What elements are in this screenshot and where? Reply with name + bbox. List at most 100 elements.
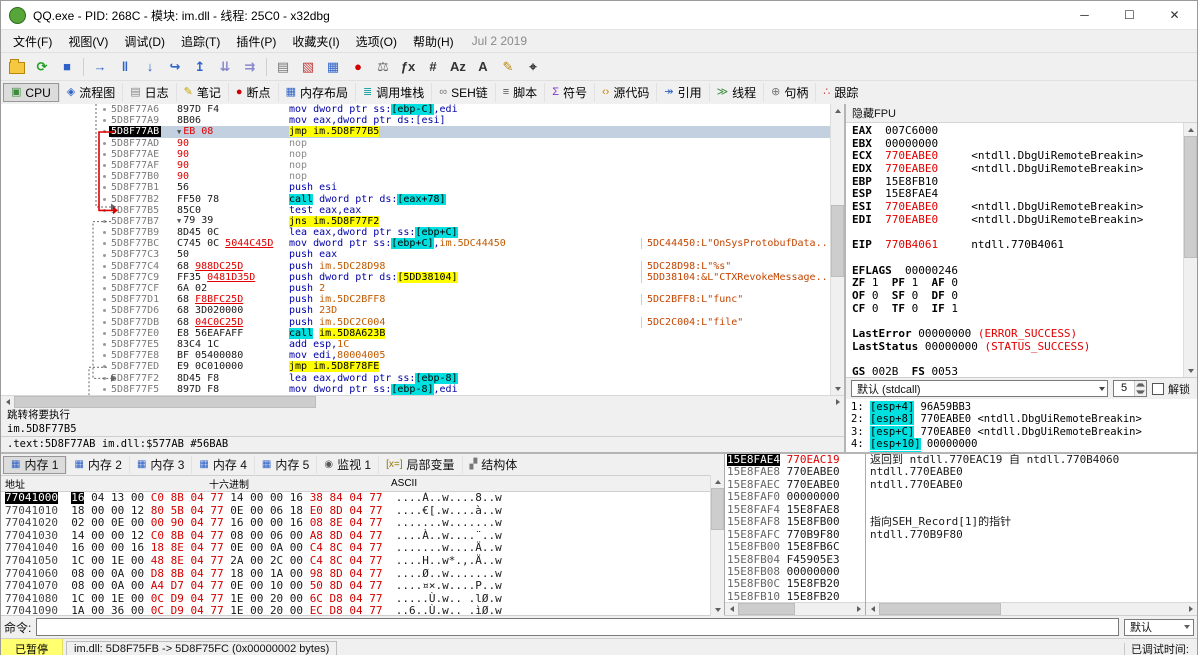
- scales-button[interactable]: ⚖: [371, 56, 395, 78]
- disasm-row[interactable]: 5D8F77E5 83C4 1C add esp,1C: [1, 339, 844, 350]
- disasm-bytes-cell[interactable]: ▼ EB 08: [177, 126, 289, 138]
- register-line[interactable]: CF 0 TF 0 IF 1: [852, 302, 1183, 316]
- string-search-button[interactable]: Az: [446, 56, 470, 78]
- disasm-instruction-cell[interactable]: mov edi,80004005: [289, 350, 641, 361]
- close-button[interactable]: ✕: [1152, 1, 1197, 29]
- disasm-horizontal-scrollbar[interactable]: [1, 395, 844, 408]
- memory-map-button[interactable]: ▦: [321, 56, 345, 78]
- minimize-button[interactable]: ─: [1062, 1, 1107, 29]
- stack-comment[interactable]: [870, 554, 1197, 566]
- disasm-row[interactable]: 5D8F77E0 E8 56EAFAFF call im.5D8A623B: [1, 327, 844, 339]
- disasm-address-cell[interactable]: 5D8F77B1: [111, 182, 177, 193]
- disasm-instruction-cell[interactable]: jns im.5D8F77F2: [289, 215, 641, 227]
- disasm-address-cell[interactable]: 5D8F77AB: [109, 126, 177, 138]
- disasm-instruction-cell[interactable]: mov dword ptr ss:[ebp-C],edi: [289, 104, 641, 115]
- scroll-thumb[interactable]: [14, 396, 316, 408]
- scroll-right-icon[interactable]: [1184, 603, 1197, 616]
- disasm-bytes-cell[interactable]: 897D F4: [177, 104, 289, 115]
- disasm-row[interactable]: 5D8F77AF 90 nop: [1, 160, 844, 171]
- scroll-thumb[interactable]: [738, 603, 795, 615]
- tab-结构体[interactable]: ▞ 结构体: [461, 455, 525, 474]
- disasm-instruction-cell[interactable]: mov dword ptr ss:[ebp+C],im.5DC44450: [289, 238, 641, 250]
- tab-源代码[interactable]: ‹› 源代码: [594, 83, 656, 102]
- disasm-address-cell[interactable]: 5D8F77C9: [111, 272, 177, 283]
- disasm-bytes-cell[interactable]: 6A 02: [177, 283, 289, 294]
- disasm-bytes-cell[interactable]: 8D45 F8: [177, 373, 289, 384]
- disasm-row[interactable]: 5D8F77B7 ▼ 79 39 jns im.5D8F77F2: [1, 215, 844, 227]
- disasm-address-cell[interactable]: 5D8F77AF: [111, 160, 177, 171]
- disasm-row[interactable]: 5D8F77CF 6A 02 push 2: [1, 283, 844, 294]
- arg-depth-stepper[interactable]: 5: [1113, 380, 1147, 397]
- disasm-bytes-cell[interactable]: 8D45 0C: [177, 227, 289, 238]
- stop-button[interactable]: ■: [55, 56, 79, 78]
- trace-into-button[interactable]: ⇊: [213, 56, 237, 78]
- disasm-address-cell[interactable]: 5D8F77E0: [111, 328, 177, 339]
- disasm-address-cell[interactable]: 5D8F77E5: [111, 339, 177, 350]
- tab-内存 2[interactable]: ▦ 内存 2: [66, 455, 128, 474]
- argument-line[interactable]: 4: [esp+10] 00000000: [851, 438, 1197, 451]
- tab-断点[interactable]: ● 断点: [227, 83, 278, 102]
- tab-SEH链[interactable]: ∞ SEH链: [431, 83, 495, 102]
- stack-comment[interactable]: [870, 591, 1197, 602]
- stack-comment[interactable]: 返回到 ntdll.770EAC19 自 ntdll.770B4060: [870, 454, 1197, 466]
- disasm-row[interactable]: 5D8F77B5 85C0 test eax,eax: [1, 205, 844, 216]
- disassembly-view[interactable]: 5D8F77A6 897D F4 mov dword ptr ss:[ebp-C],…: [1, 104, 844, 395]
- disasm-address-cell[interactable]: 5D8F77A9: [111, 115, 177, 126]
- maximize-button[interactable]: ☐: [1107, 1, 1152, 29]
- disasm-bytes-cell[interactable]: 8B06: [177, 115, 289, 126]
- disasm-row[interactable]: 5D8F77D1 68 F8BFC25D push im.5DC2BFF8 5DC2B…: [1, 294, 844, 306]
- scroll-thumb[interactable]: [831, 205, 844, 277]
- search-button[interactable]: ⌖: [521, 56, 545, 78]
- registers-view[interactable]: EAX 007C6000 EBX 00000000 ECX 770EABE0 <nt…: [846, 123, 1197, 377]
- tab-内存 5[interactable]: ▦ 内存 5: [253, 455, 316, 474]
- scroll-down-icon[interactable]: [1184, 364, 1197, 377]
- disasm-instruction-cell[interactable]: nop: [289, 149, 641, 160]
- menu-item[interactable]: 收藏夹(I): [284, 31, 347, 52]
- disasm-row[interactable]: 5D8F77A6 897D F4 mov dword ptr ss:[ebp-C],…: [1, 104, 844, 115]
- disasm-address-cell[interactable]: 5D8F77F2: [111, 373, 177, 384]
- stack-comment[interactable]: ntdll.770B9F80: [870, 529, 1197, 541]
- command-profile-select[interactable]: 默认: [1124, 618, 1194, 636]
- comments-horizontal-scrollbar[interactable]: [866, 602, 1197, 615]
- disasm-bytes-cell[interactable]: FF50 78: [177, 194, 289, 205]
- disasm-bytes-cell[interactable]: 85C0: [177, 205, 289, 216]
- scroll-down-icon[interactable]: [711, 603, 724, 616]
- disasm-instruction-cell[interactable]: push im.5DC2C004: [289, 317, 641, 328]
- argument-line[interactable]: 1: [esp+4] 96A59BB3: [851, 401, 1197, 413]
- log-button[interactable]: ▤: [271, 56, 295, 78]
- disasm-address-cell[interactable]: 5D8F77F5: [111, 384, 177, 395]
- disasm-bytes-cell[interactable]: E8 56EAFAFF: [177, 328, 289, 339]
- disasm-instruction-cell[interactable]: push im.5DC2BFF8: [289, 294, 641, 305]
- tab-线程[interactable]: ≫ 线程: [708, 83, 764, 102]
- breakpoints-button[interactable]: ●: [346, 56, 370, 78]
- memory-vertical-scrollbar[interactable]: [710, 475, 724, 616]
- disasm-address-cell[interactable]: 5D8F77D1: [111, 294, 177, 305]
- disasm-instruction-cell[interactable]: push eax: [289, 249, 641, 260]
- patches-button[interactable]: ▧: [296, 56, 320, 78]
- disasm-address-cell[interactable]: 5D8F77B0: [111, 171, 177, 182]
- stack-row[interactable]: 15E8FB10 15E8FB20: [727, 590, 865, 602]
- tab-内存 4[interactable]: ▦ 内存 4: [191, 455, 253, 474]
- tab-笔记[interactable]: ✎ 笔记: [175, 83, 228, 102]
- disasm-instruction-cell[interactable]: push 2: [289, 283, 641, 294]
- tab-内存 1[interactable]: ▦ 内存 1: [3, 455, 67, 474]
- disasm-instruction-cell[interactable]: call dword ptr ds:[eax+78]: [289, 193, 641, 205]
- scroll-up-icon[interactable]: [711, 475, 724, 488]
- disasm-bytes-cell[interactable]: 68 04C0C25D: [177, 317, 289, 328]
- unlock-checkbox-group[interactable]: 解锁: [1152, 381, 1192, 397]
- disasm-instruction-cell[interactable]: nop: [289, 160, 641, 171]
- argument-line[interactable]: 2: [esp+8] 770EABE0 <ntdll.DbgUiRemoteBr…: [851, 413, 1197, 426]
- disasm-row[interactable]: 5D8F77B1 56 push esi: [1, 182, 844, 193]
- disasm-row[interactable]: 5D8F77AB ▼ EB 08 jmp im.5D8F77B5: [1, 126, 844, 138]
- scroll-left-icon[interactable]: [725, 603, 738, 616]
- step-over-button[interactable]: ↪: [163, 56, 187, 78]
- disasm-bytes-cell[interactable]: E9 0C010000: [177, 361, 289, 372]
- unlock-checkbox[interactable]: [1152, 382, 1164, 395]
- calling-convention-select[interactable]: 默认 (stdcall): [851, 380, 1108, 397]
- disasm-address-cell[interactable]: 5D8F77E8: [111, 350, 177, 361]
- disasm-address-cell[interactable]: 5D8F77A6: [111, 104, 177, 115]
- tab-调用堆栈[interactable]: ≣ 调用堆栈: [354, 83, 431, 102]
- stack-comment[interactable]: [870, 541, 1197, 553]
- menu-item[interactable]: 追踪(T): [173, 31, 228, 52]
- disasm-bytes-cell[interactable]: BF 05400080: [177, 350, 289, 361]
